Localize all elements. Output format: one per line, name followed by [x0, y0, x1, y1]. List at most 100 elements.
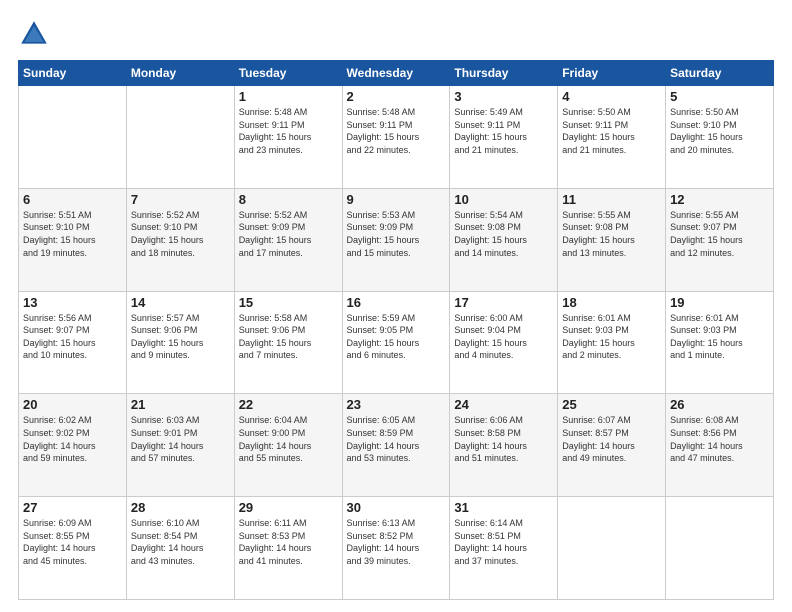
day-info: Sunrise: 5:55 AM Sunset: 9:08 PM Dayligh… — [562, 209, 661, 259]
day-number: 22 — [239, 397, 338, 412]
calendar-cell: 10 Sunrise: 5:54 AM Sunset: 9:08 PM Dayli… — [450, 188, 558, 291]
calendar-week-row: 1 Sunrise: 5:48 AM Sunset: 9:11 PM Daylig… — [19, 86, 774, 189]
calendar-cell: 30 Sunrise: 6:13 AM Sunset: 8:52 PM Dayli… — [342, 497, 450, 600]
day-number: 9 — [347, 192, 446, 207]
day-info: Sunrise: 5:50 AM Sunset: 9:10 PM Dayligh… — [670, 106, 769, 156]
day-info: Sunrise: 5:48 AM Sunset: 9:11 PM Dayligh… — [239, 106, 338, 156]
weekday-header-tuesday: Tuesday — [234, 61, 342, 86]
calendar-cell: 23 Sunrise: 6:05 AM Sunset: 8:59 PM Dayli… — [342, 394, 450, 497]
calendar-cell: 21Sunrise: 6:03 AM Sunset: 9:01 PM Dayli… — [126, 394, 234, 497]
calendar-cell: 2 Sunrise: 5:48 AM Sunset: 9:11 PM Daylig… — [342, 86, 450, 189]
calendar-cell: 20 Sunrise: 6:02 AM Sunset: 9:02 PM Dayli… — [19, 394, 127, 497]
weekday-header-sunday: Sunday — [19, 61, 127, 86]
weekday-header-row: SundayMondayTuesdayWednesdayThursdayFrid… — [19, 61, 774, 86]
day-info: Sunrise: 5:58 AM Sunset: 9:06 PM Dayligh… — [239, 312, 338, 362]
day-number: 6 — [23, 192, 122, 207]
calendar-cell: 25 Sunrise: 6:07 AM Sunset: 8:57 PM Dayli… — [558, 394, 666, 497]
day-info: Sunrise: 6:14 AM Sunset: 8:51 PM Dayligh… — [454, 517, 553, 567]
day-number: 13 — [23, 295, 122, 310]
calendar-week-row: 13 Sunrise: 5:56 AM Sunset: 9:07 PM Dayli… — [19, 291, 774, 394]
day-number: 10 — [454, 192, 553, 207]
day-number: 16 — [347, 295, 446, 310]
calendar-week-row: 20 Sunrise: 6:02 AM Sunset: 9:02 PM Dayli… — [19, 394, 774, 497]
calendar-cell: 11 Sunrise: 5:55 AM Sunset: 9:08 PM Dayli… — [558, 188, 666, 291]
day-info: Sunrise: 6:02 AM Sunset: 9:02 PM Dayligh… — [23, 414, 122, 464]
calendar-cell — [666, 497, 774, 600]
day-number: 14 — [131, 295, 230, 310]
day-number: 27 — [23, 500, 122, 515]
calendar-cell: 14 Sunrise: 5:57 AM Sunset: 9:06 PM Dayli… — [126, 291, 234, 394]
day-info: Sunrise: 6:06 AM Sunset: 8:58 PM Dayligh… — [454, 414, 553, 464]
day-number: 19 — [670, 295, 769, 310]
day-info: Sunrise: 5:54 AM Sunset: 9:08 PM Dayligh… — [454, 209, 553, 259]
day-number: 29 — [239, 500, 338, 515]
day-info: Sunrise: 6:11 AM Sunset: 8:53 PM Dayligh… — [239, 517, 338, 567]
calendar-table: SundayMondayTuesdayWednesdayThursdayFrid… — [18, 60, 774, 600]
day-info: Sunrise: 5:55 AM Sunset: 9:07 PM Dayligh… — [670, 209, 769, 259]
header — [18, 18, 774, 50]
day-info: Sunrise: 5:48 AM Sunset: 9:11 PM Dayligh… — [347, 106, 446, 156]
day-info: Sunrise: 6:01 AM Sunset: 9:03 PM Dayligh… — [562, 312, 661, 362]
calendar-cell: 26Sunrise: 6:08 AM Sunset: 8:56 PM Dayli… — [666, 394, 774, 497]
calendar-cell: 16 Sunrise: 5:59 AM Sunset: 9:05 PM Dayli… — [342, 291, 450, 394]
day-number: 18 — [562, 295, 661, 310]
day-info: Sunrise: 6:13 AM Sunset: 8:52 PM Dayligh… — [347, 517, 446, 567]
day-number: 30 — [347, 500, 446, 515]
day-info: Sunrise: 5:59 AM Sunset: 9:05 PM Dayligh… — [347, 312, 446, 362]
calendar-cell: 13 Sunrise: 5:56 AM Sunset: 9:07 PM Dayli… — [19, 291, 127, 394]
day-info: Sunrise: 5:52 AM Sunset: 9:10 PM Dayligh… — [131, 209, 230, 259]
day-number: 31 — [454, 500, 553, 515]
day-number: 15 — [239, 295, 338, 310]
day-number: 11 — [562, 192, 661, 207]
day-info: Sunrise: 5:56 AM Sunset: 9:07 PM Dayligh… — [23, 312, 122, 362]
day-number: 21 — [131, 397, 230, 412]
calendar-cell: 31 Sunrise: 6:14 AM Sunset: 8:51 PM Dayli… — [450, 497, 558, 600]
day-info: Sunrise: 6:07 AM Sunset: 8:57 PM Dayligh… — [562, 414, 661, 464]
day-info: Sunrise: 5:50 AM Sunset: 9:11 PM Dayligh… — [562, 106, 661, 156]
calendar-week-row: 6 Sunrise: 5:51 AM Sunset: 9:10 PM Daylig… — [19, 188, 774, 291]
calendar-cell — [126, 86, 234, 189]
day-info: Sunrise: 5:51 AM Sunset: 9:10 PM Dayligh… — [23, 209, 122, 259]
day-info: Sunrise: 5:57 AM Sunset: 9:06 PM Dayligh… — [131, 312, 230, 362]
day-info: Sunrise: 6:10 AM Sunset: 8:54 PM Dayligh… — [131, 517, 230, 567]
weekday-header-saturday: Saturday — [666, 61, 774, 86]
weekday-header-friday: Friday — [558, 61, 666, 86]
day-number: 1 — [239, 89, 338, 104]
day-number: 25 — [562, 397, 661, 412]
calendar-cell: 27 Sunrise: 6:09 AM Sunset: 8:55 PM Dayli… — [19, 497, 127, 600]
calendar-cell: 4 Sunrise: 5:50 AM Sunset: 9:11 PM Daylig… — [558, 86, 666, 189]
day-number: 2 — [347, 89, 446, 104]
calendar-cell: 28 Sunrise: 6:10 AM Sunset: 8:54 PM Dayli… — [126, 497, 234, 600]
calendar-cell: 6 Sunrise: 5:51 AM Sunset: 9:10 PM Daylig… — [19, 188, 127, 291]
day-number: 7 — [131, 192, 230, 207]
day-number: 24 — [454, 397, 553, 412]
day-number: 8 — [239, 192, 338, 207]
logo-icon — [18, 18, 50, 50]
day-number: 23 — [347, 397, 446, 412]
calendar-week-row: 27 Sunrise: 6:09 AM Sunset: 8:55 PM Dayli… — [19, 497, 774, 600]
day-info: Sunrise: 5:49 AM Sunset: 9:11 PM Dayligh… — [454, 106, 553, 156]
day-number: 28 — [131, 500, 230, 515]
day-number: 5 — [670, 89, 769, 104]
day-info: Sunrise: 5:53 AM Sunset: 9:09 PM Dayligh… — [347, 209, 446, 259]
weekday-header-thursday: Thursday — [450, 61, 558, 86]
day-number: 20 — [23, 397, 122, 412]
calendar-cell: 5 Sunrise: 5:50 AM Sunset: 9:10 PM Daylig… — [666, 86, 774, 189]
calendar-cell: 1 Sunrise: 5:48 AM Sunset: 9:11 PM Daylig… — [234, 86, 342, 189]
day-info: Sunrise: 6:01 AM Sunset: 9:03 PM Dayligh… — [670, 312, 769, 362]
calendar-cell: 19 Sunrise: 6:01 AM Sunset: 9:03 PM Dayli… — [666, 291, 774, 394]
day-number: 4 — [562, 89, 661, 104]
calendar-cell: 12Sunrise: 5:55 AM Sunset: 9:07 PM Dayli… — [666, 188, 774, 291]
calendar-cell: 9 Sunrise: 5:53 AM Sunset: 9:09 PM Daylig… — [342, 188, 450, 291]
calendar-cell: 18 Sunrise: 6:01 AM Sunset: 9:03 PM Dayli… — [558, 291, 666, 394]
day-info: Sunrise: 6:05 AM Sunset: 8:59 PM Dayligh… — [347, 414, 446, 464]
calendar-cell: 24 Sunrise: 6:06 AM Sunset: 8:58 PM Dayli… — [450, 394, 558, 497]
calendar-cell: 29 Sunrise: 6:11 AM Sunset: 8:53 PM Dayli… — [234, 497, 342, 600]
day-info: Sunrise: 6:09 AM Sunset: 8:55 PM Dayligh… — [23, 517, 122, 567]
calendar-cell: 7 Sunrise: 5:52 AM Sunset: 9:10 PM Daylig… — [126, 188, 234, 291]
day-number: 26 — [670, 397, 769, 412]
calendar-cell: 3Sunrise: 5:49 AM Sunset: 9:11 PM Daylig… — [450, 86, 558, 189]
day-info: Sunrise: 6:00 AM Sunset: 9:04 PM Dayligh… — [454, 312, 553, 362]
day-number: 17 — [454, 295, 553, 310]
day-info: Sunrise: 5:52 AM Sunset: 9:09 PM Dayligh… — [239, 209, 338, 259]
